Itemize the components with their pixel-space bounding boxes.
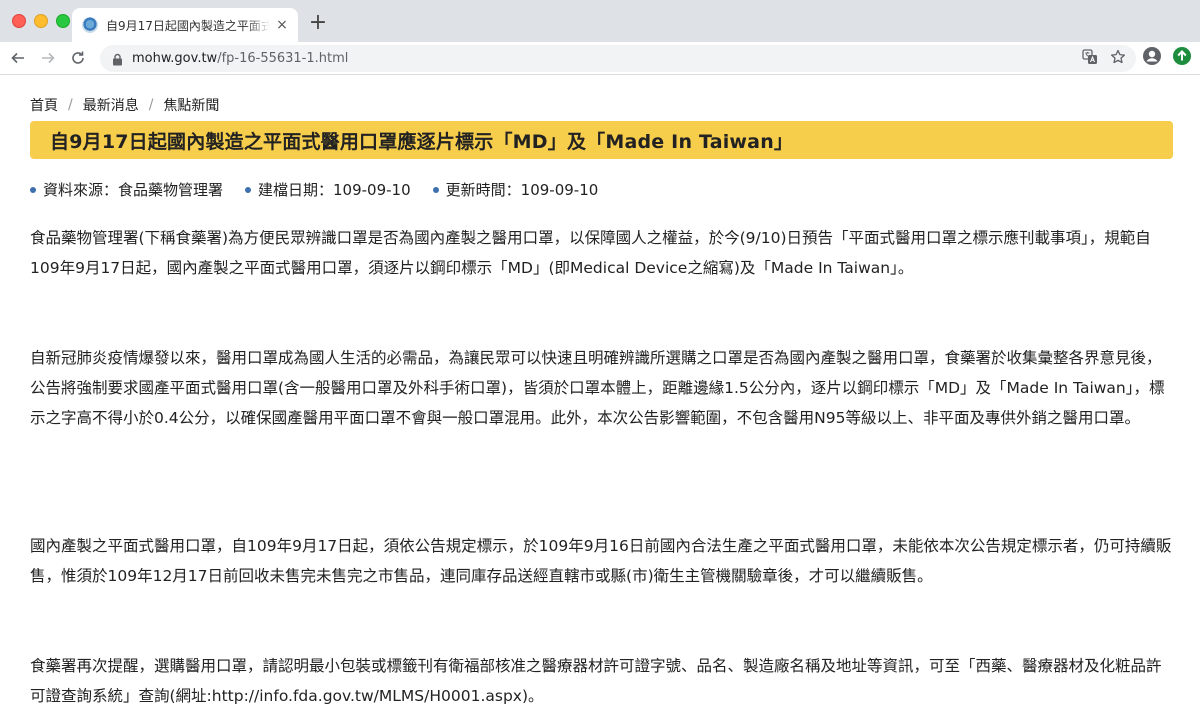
meta-source-text: 資料來源：食品藥物管理署 [43,181,224,199]
article-paragraph: 自新冠肺炎疫情爆發以來，醫用口罩成為國人生活的必需品，為讓民眾可以快速且明確辨識… [30,349,1165,427]
forward-button[interactable] [36,46,60,70]
meta-source: 資料來源：食品藥物管理署 [30,179,223,200]
arrow-left-icon [11,52,24,64]
window-controls [12,14,70,28]
breadcrumb: 首頁 / 最新消息 / 焦點新聞 [30,95,219,115]
browser-toolbar: mohw.gov.tw/fp-16-55631-1.html [0,42,1200,75]
title-banner: 自9月17日起國內製造之平面式醫用口罩應逐片標示「MD」及「Made In Ta… [30,121,1173,159]
breadcrumb-latest-news[interactable]: 最新消息 [83,95,139,115]
breadcrumb-home[interactable]: 首頁 [30,95,58,115]
url-host: mohw.gov.tw [132,51,218,66]
breadcrumb-separator: / [68,97,73,113]
meta-created-text: 建檔日期：109-09-10 [258,181,411,199]
bookmark-star-icon[interactable] [1110,49,1126,69]
article-paragraph: 國內產製之平面式醫用口罩，自109年9月17日起，須依公告規定標示，於109年9… [30,537,1172,585]
tab-title: 自9月17日起國內製造之平面式醫 [106,18,270,33]
address-bar[interactable]: mohw.gov.tw/fp-16-55631-1.html [100,45,1136,72]
new-tab-button[interactable]: + [306,12,330,36]
bullet-dot-icon [432,186,439,193]
article-paragraph: 食藥署再次提醒，選購醫用口罩，請認明最小包裝或標籤刊有衛福部核准之醫療器材許可證… [30,657,1162,705]
bullet-dot-icon [245,186,252,193]
minimize-window-button[interactable] [34,14,48,28]
reload-icon [72,51,84,64]
meta-created: 建檔日期：109-09-10 [245,179,411,200]
profile-avatar-icon[interactable] [1142,46,1162,70]
lock-icon [112,52,124,66]
url-text: mohw.gov.tw/fp-16-55631-1.html [132,51,1082,66]
meta-updated: 更新時間：109-09-10 [432,179,599,200]
browser-tab[interactable]: 自9月17日起國內製造之平面式醫 × [72,8,298,42]
update-icon[interactable] [1172,46,1192,70]
maximize-window-button[interactable] [56,14,70,28]
article-meta: 資料來源：食品藥物管理署 建檔日期：109-09-10 更新時間：109-09-… [30,179,598,200]
page-title: 自9月17日起國內製造之平面式醫用口罩應逐片標示「MD」及「Made In Ta… [50,130,794,153]
meta-updated-text: 更新時間：109-09-10 [445,181,599,199]
tab-close-icon[interactable]: × [274,17,290,33]
reload-button[interactable] [66,46,90,70]
close-window-button[interactable] [12,14,26,28]
breadcrumb-focus-news[interactable]: 焦點新聞 [163,95,219,115]
bullet-dot-icon [30,186,36,193]
translate-icon[interactable] [1082,48,1098,69]
url-path: /fp-16-55631-1.html [217,51,349,66]
article-paragraph: 食品藥物管理署(下稱食藥署)為方便民眾辨識口罩是否為國內產製之醫用口罩，以保障國… [30,229,1151,277]
browser-tab-bar: 自9月17日起國內製造之平面式醫 × + [0,0,1200,42]
site-favicon-icon [82,17,98,33]
arrow-right-icon [42,52,55,64]
breadcrumb-separator: / [148,97,154,113]
back-button[interactable] [6,46,30,70]
